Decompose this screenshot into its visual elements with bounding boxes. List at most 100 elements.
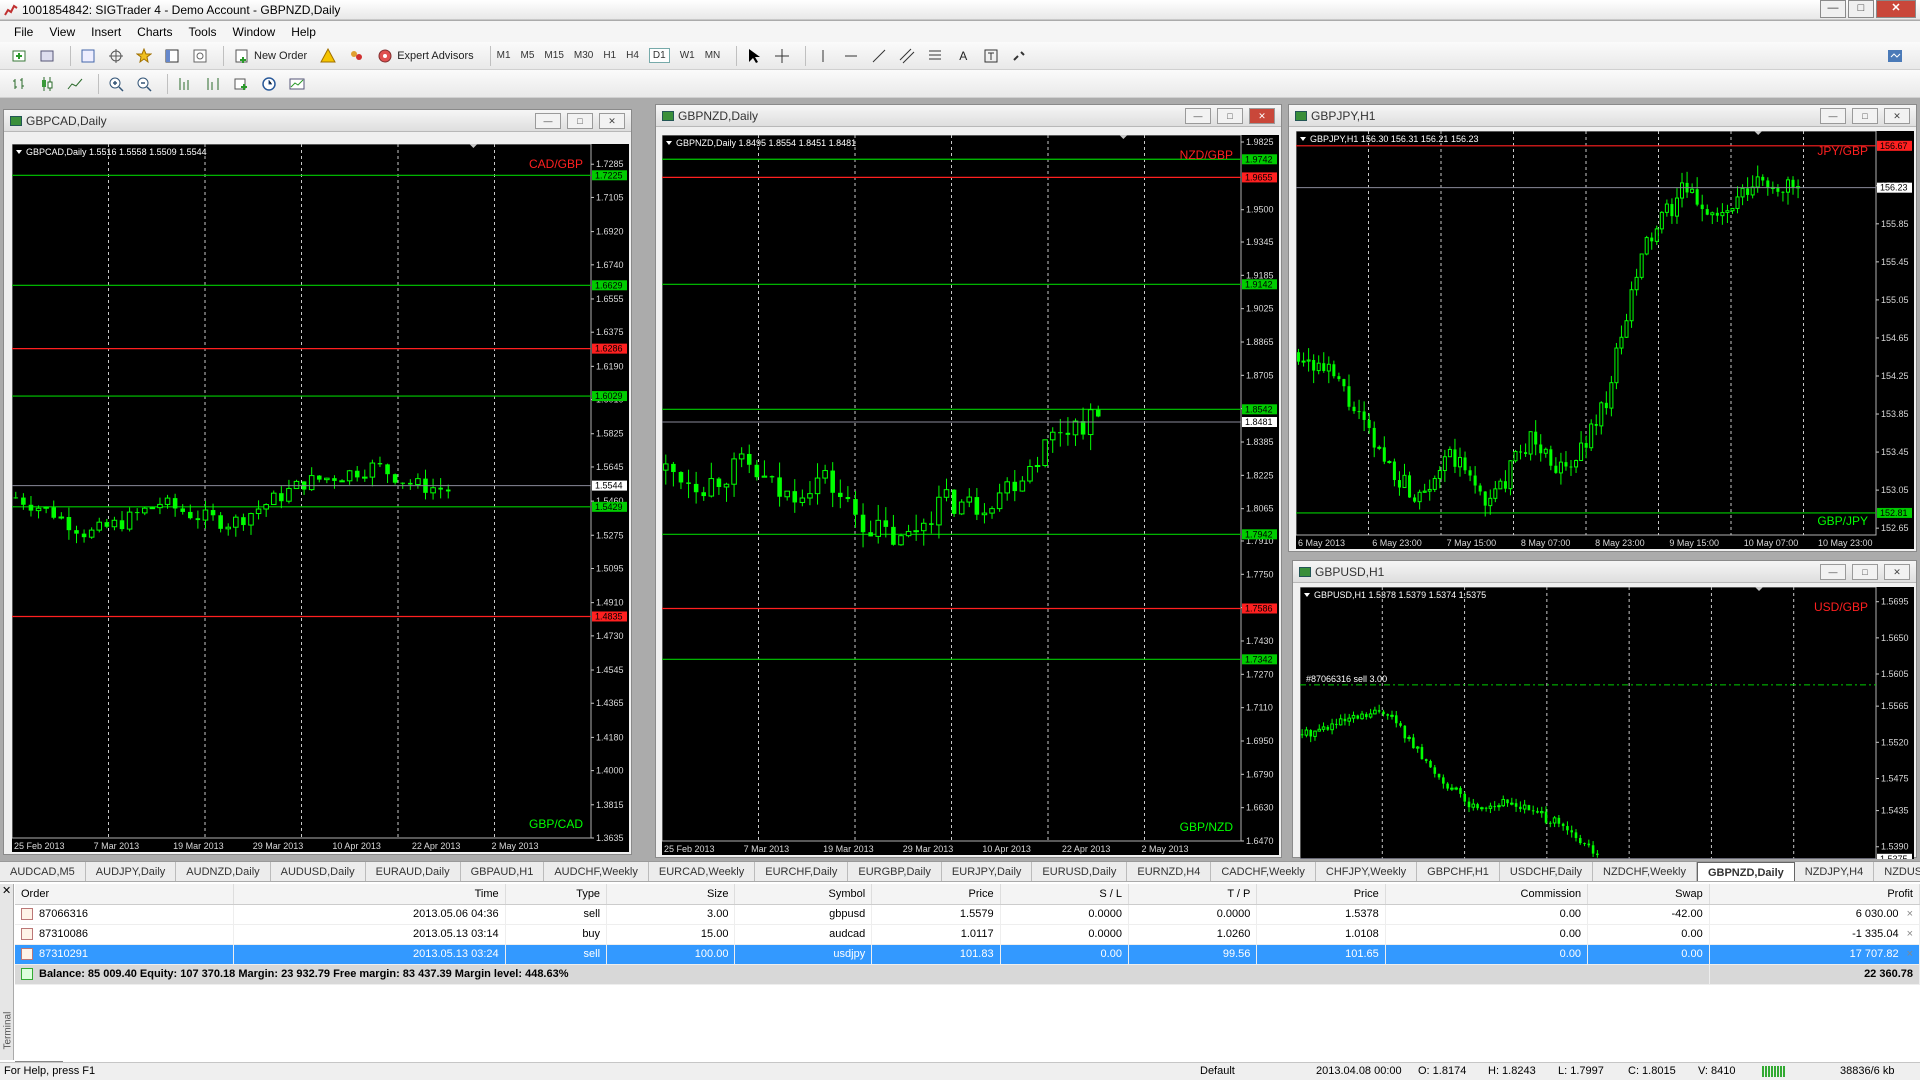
close-order-icon[interactable]: × — [1907, 908, 1913, 920]
column-header[interactable]: Order — [15, 884, 235, 905]
minimize-button[interactable]: — — [1820, 0, 1846, 18]
zoom-in-button[interactable] — [105, 73, 127, 95]
chart-tab[interactable]: CHFJPY,Weekly — [1316, 862, 1418, 881]
indicators-button[interactable] — [230, 73, 252, 95]
chart-restore-button[interactable]: □ — [1852, 108, 1878, 124]
chart-canvas[interactable]: 1.98251.95001.93451.91851.90251.88651.87… — [662, 135, 1279, 855]
column-header[interactable]: Time — [233, 884, 506, 905]
chart-canvas[interactable]: 1.7285 1.7105 1.6920 1.6740 1.6555 1.6375 1.61… — [12, 144, 629, 852]
tf-w1[interactable]: W1 — [680, 50, 695, 61]
chart-tab[interactable]: EURCAD,Weekly — [649, 862, 756, 881]
order-row[interactable]: 87310291 2013.05.13 03:24 sell 100.00 usdjpy… — [15, 944, 1920, 965]
terminal-close-icon[interactable]: ✕ — [2, 884, 11, 897]
chart-tab[interactable]: EURAUD,Daily — [366, 862, 461, 881]
chart-title-bar[interactable]: GBPJPY,H1 — □ ✕ — [1289, 105, 1916, 127]
chart-title-bar[interactable]: GBPCAD,Daily — □ ✕ — [4, 110, 631, 132]
column-header[interactable]: Symbol — [734, 884, 873, 905]
chart-tab[interactable]: NZDJPY,H4 — [1795, 862, 1875, 881]
chart-shift-button[interactable] — [202, 73, 224, 95]
column-header[interactable]: Type — [505, 884, 608, 905]
chart-tab[interactable]: GBPNZD,Daily — [1696, 862, 1795, 881]
chart-tab[interactable]: EURCHF,Daily — [755, 862, 849, 881]
arrows-tool[interactable] — [1008, 45, 1030, 67]
chart-tab[interactable]: AUDNZD,Daily — [176, 862, 271, 881]
chart-tab[interactable]: AUDCHF,Weekly — [544, 862, 649, 881]
new-order-button[interactable]: New Order — [230, 45, 311, 67]
zoom-out-button[interactable] — [133, 73, 155, 95]
chart-canvas[interactable]: 156.25155.85155.45155.05154.65154.25153.… — [1296, 131, 1914, 549]
column-header[interactable]: Swap — [1587, 884, 1710, 905]
menu-file[interactable]: File — [6, 25, 41, 39]
periods-button[interactable] — [258, 73, 280, 95]
chart-plot[interactable]: 1.5695 1.5650 1.5605 1.5565 1.5520 1.5475 1.54… — [1300, 587, 1914, 859]
menu-window[interactable]: Window — [225, 25, 284, 39]
chart-close-button[interactable]: ✕ — [1884, 108, 1910, 124]
chart-window-gbpusd[interactable]: GBPUSD,H1 — □ ✕ 1.5695 1.5650 1.5605 1.5565 1.… — [1292, 560, 1917, 859]
chart-minimize-button[interactable]: — — [1820, 564, 1846, 580]
chart-close-button[interactable]: ✕ — [599, 113, 625, 129]
chart-tab[interactable]: EURGBP,Daily — [848, 862, 942, 881]
tf-m30[interactable]: M30 — [574, 50, 593, 61]
chart-tab[interactable]: CADCHF,Weekly — [1211, 862, 1316, 881]
horizontal-line-tool[interactable] — [840, 45, 862, 67]
community-button[interactable] — [1884, 45, 1906, 67]
navigator-button[interactable] — [133, 45, 155, 67]
tf-d1[interactable]: D1 — [648, 48, 670, 63]
chart-tab[interactable]: EURNZD,H4 — [1127, 862, 1212, 881]
column-header[interactable]: Price — [871, 884, 1001, 905]
chart-minimize-button[interactable]: — — [1820, 108, 1846, 124]
tf-m15[interactable]: M15 — [544, 50, 563, 61]
close-order-icon[interactable]: × — [1907, 948, 1913, 960]
column-header[interactable]: S / L — [1000, 884, 1129, 905]
new-chart-button[interactable] — [8, 45, 30, 67]
chart-title-bar[interactable]: GBPUSD,H1 — □ ✕ — [1293, 561, 1916, 583]
column-header[interactable]: Profit — [1709, 884, 1920, 905]
chart-close-button[interactable]: ✕ — [1249, 108, 1275, 124]
crosshair-tool[interactable] — [771, 45, 793, 67]
chart-restore-button[interactable]: □ — [567, 113, 593, 129]
profiles-button[interactable] — [36, 45, 58, 67]
menu-view[interactable]: View — [41, 25, 83, 39]
column-header[interactable]: T / P — [1128, 884, 1258, 905]
tf-m1[interactable]: M1 — [497, 50, 511, 61]
close-order-icon[interactable]: × — [1907, 928, 1913, 940]
vertical-line-tool[interactable] — [812, 45, 834, 67]
order-row[interactable]: 87310086 2013.05.13 03:14 buy 15.00 audcad 1.… — [15, 924, 1920, 945]
tf-m5[interactable]: M5 — [521, 50, 535, 61]
chart-plot[interactable]: 1.7285 1.7105 1.6920 1.6740 1.6555 1.6375 1.61… — [12, 144, 629, 852]
chart-window-gbpnzd[interactable]: GBPNZD,Daily — □ ✕ 1.9825 1.9500 1.9345 1.918… — [655, 104, 1282, 858]
channel-tool[interactable] — [896, 45, 918, 67]
chart-tab[interactable]: NZDCHF,Weekly — [1593, 862, 1697, 881]
chart-window-gbpjpy[interactable]: GBPJPY,H1 —□✕ 156.25155.85155.45155.0515… — [1288, 104, 1917, 552]
chart-title-bar[interactable]: GBPNZD,Daily — □ ✕ — [656, 105, 1281, 127]
column-header[interactable]: Price — [1256, 884, 1386, 905]
chart-tab[interactable]: USDCHF,Daily — [1500, 862, 1594, 881]
chart-restore-button[interactable]: □ — [1217, 108, 1243, 124]
close-button[interactable]: ✕ — [1876, 0, 1916, 18]
trendline-tool[interactable] — [868, 45, 890, 67]
order-row[interactable]: 87066316 2013.05.06 04:36 sell 3.00 gbpusd 1.… — [15, 904, 1920, 925]
chart-plot[interactable]: 1.9825 1.9500 1.9345 1.9185 1.9025 1.8865 1.87… — [662, 135, 1279, 855]
column-header[interactable]: Commission — [1385, 884, 1589, 905]
chart-tab[interactable]: AUDCAD,M5 — [0, 862, 86, 881]
chart-minimize-button[interactable]: — — [1185, 108, 1211, 124]
market-watch-button[interactable] — [77, 45, 99, 67]
chart-tab[interactable]: GBPCHF,H1 — [1417, 862, 1500, 881]
text-label-tool[interactable] — [980, 45, 1002, 67]
menu-insert[interactable]: Insert — [83, 25, 129, 39]
chart-tab[interactable]: AUDUSD,Daily — [271, 862, 366, 881]
chart-restore-button[interactable]: □ — [1852, 564, 1878, 580]
autotrading-toggle[interactable] — [345, 45, 367, 67]
chart-close-button[interactable]: ✕ — [1884, 564, 1910, 580]
menu-help[interactable]: Help — [283, 25, 324, 39]
menu-tools[interactable]: Tools — [181, 25, 225, 39]
tf-h4[interactable]: H4 — [626, 50, 639, 61]
metaeditor-button[interactable] — [317, 45, 339, 67]
expert-advisors-button[interactable]: Expert Advisors — [373, 45, 477, 67]
line-chart-button[interactable] — [64, 73, 86, 95]
column-header[interactable]: Size — [606, 884, 736, 905]
chart-tab[interactable]: EURJPY,Daily — [942, 862, 1033, 881]
chart-tab[interactable]: GBPAUD,H1 — [461, 862, 545, 881]
cursor-tool[interactable] — [743, 45, 765, 67]
chart-canvas[interactable]: 1.5695 1.5650 1.5605 1.5565 1.5520 1.5475 1.54… — [1300, 587, 1914, 859]
